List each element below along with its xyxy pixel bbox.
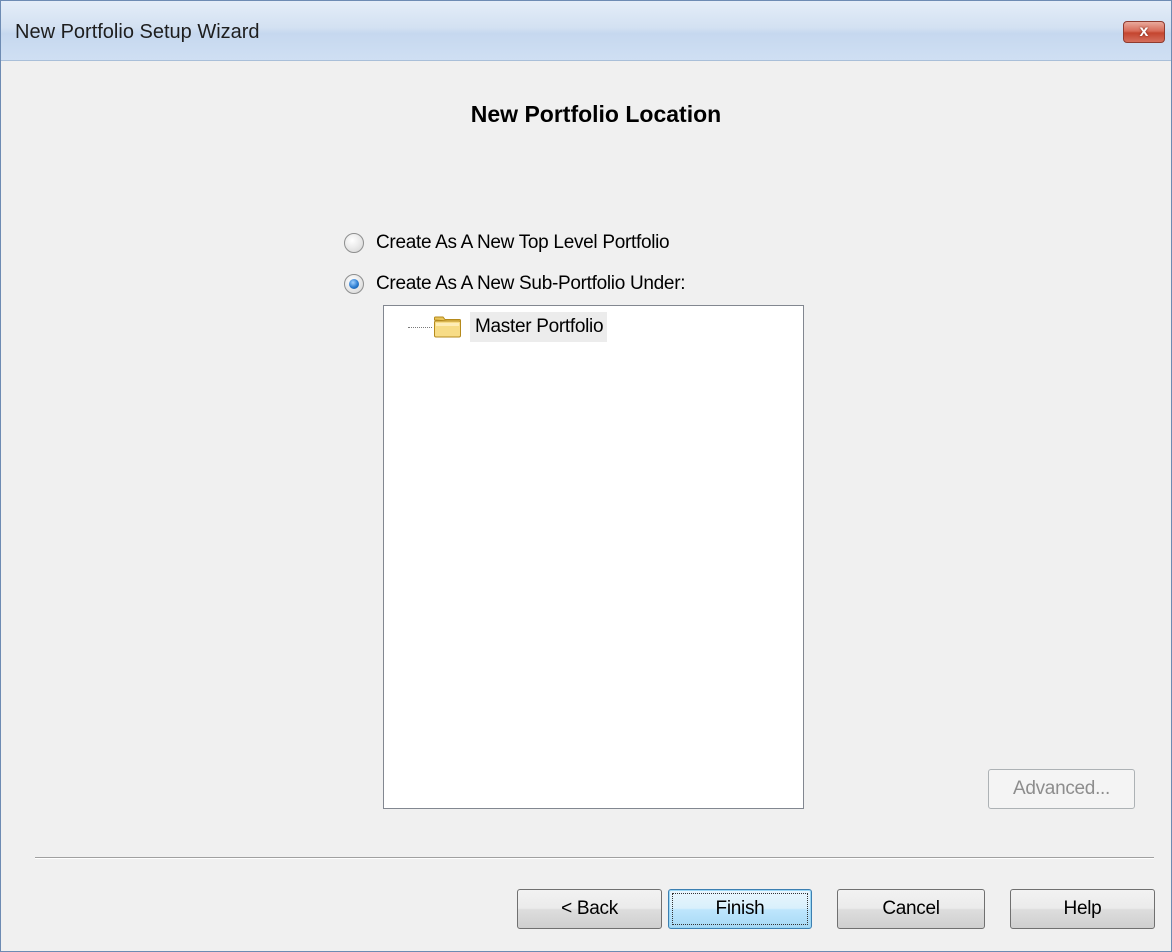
close-icon: x: [1139, 23, 1149, 40]
option-sub-portfolio[interactable]: Create As A New Sub-Portfolio Under:: [344, 272, 686, 296]
footer-separator: [35, 857, 1154, 859]
option-top-level-label[interactable]: Create As A New Top Level Portfolio: [376, 232, 670, 254]
radio-selected-dot: [349, 279, 359, 289]
title-bar[interactable]: New Portfolio Setup Wizard x: [1, 1, 1171, 61]
option-top-level[interactable]: Create As A New Top Level Portfolio: [344, 231, 670, 255]
portfolio-tree[interactable]: Master Portfolio: [383, 305, 804, 809]
folder-icon: [434, 316, 461, 338]
focus-rectangle: [672, 893, 808, 925]
page-title: New Portfolio Location: [470, 101, 722, 127]
help-button[interactable]: Help: [1010, 889, 1155, 929]
wizard-window: New Portfolio Setup Wizard x New Portfol…: [0, 0, 1172, 952]
close-button[interactable]: x: [1123, 21, 1165, 43]
advanced-button[interactable]: Advanced...: [988, 769, 1135, 809]
back-button[interactable]: < Back: [517, 889, 662, 929]
tree-connector-line: [408, 327, 432, 328]
cancel-button[interactable]: Cancel: [837, 889, 985, 929]
radio-top-level[interactable]: [344, 233, 364, 253]
option-sub-portfolio-label[interactable]: Create As A New Sub-Portfolio Under:: [376, 273, 686, 295]
tree-item-master-portfolio[interactable]: Master Portfolio: [470, 312, 608, 342]
window-title: New Portfolio Setup Wizard: [15, 21, 260, 43]
finish-button[interactable]: Finish: [668, 889, 812, 929]
radio-sub-portfolio[interactable]: [344, 274, 364, 294]
